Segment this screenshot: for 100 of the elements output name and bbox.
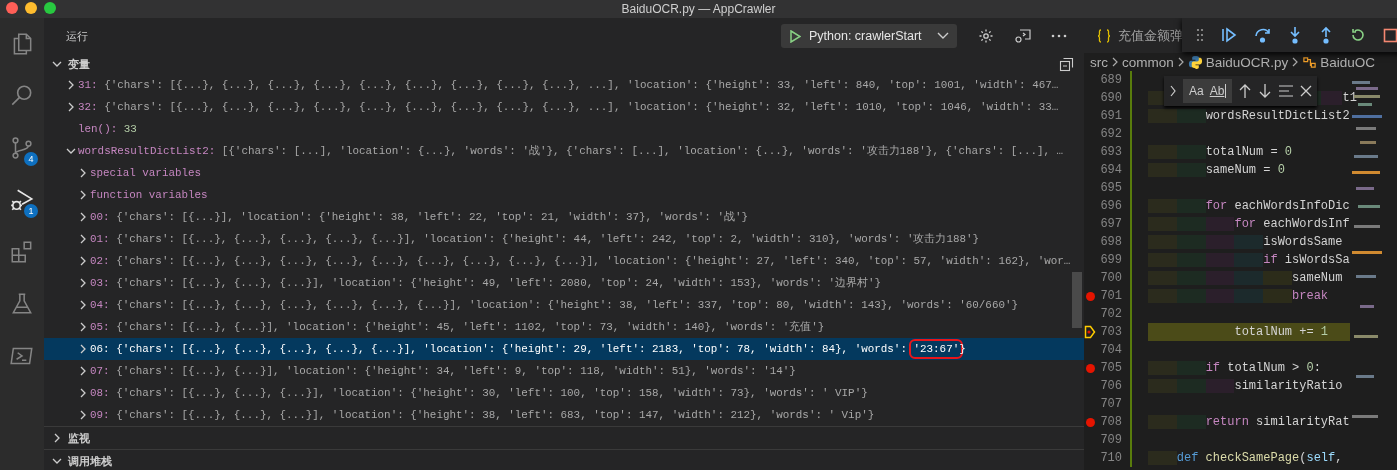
line-number: 697 [1099, 217, 1122, 231]
stop-icon[interactable] [1382, 27, 1397, 43]
panel-title: 运行 [66, 28, 89, 44]
code-text: sameNum [1148, 269, 1343, 287]
activity-bar-item[interactable]: 1 [0, 184, 44, 216]
tree-row[interactable]: 07: {'chars': [{...}, {...}], 'location': {'height': 34, 'left': 9, 'top': 118, 'width': 51}, 'words': '14'} [44, 360, 1084, 382]
tree-row[interactable]: function variables [44, 184, 1084, 206]
breakpoint-dot[interactable] [1085, 363, 1095, 373]
code-text: isWordsSame [1148, 233, 1343, 251]
arrow-up-icon[interactable] [1238, 83, 1253, 99]
line-number: 706 [1099, 379, 1122, 393]
scrollbar-thumb[interactable] [1072, 272, 1082, 328]
code-text: totalNum += 1 [1148, 323, 1350, 341]
variable-text: function variables [90, 189, 208, 201]
chevron-icon [78, 344, 88, 354]
line-number: 690 [1099, 91, 1122, 105]
line-number: 704 [1099, 343, 1122, 357]
code-text: if totalNum > 0: [1148, 359, 1321, 377]
line-number: 699 [1099, 253, 1122, 267]
tree-row[interactable]: 08: {'chars': [{...}, {...}, {...}], 'location': {'height': 30, 'left': 100, 'top': 158, 'width': 73}, 'words': ' VIP'} [44, 382, 1084, 404]
braces-icon [1096, 28, 1112, 43]
window-title: BaiduOCR.py — AppCrawler [621, 2, 776, 16]
tree-row[interactable]: 02: {'chars': [{...}, {...}, {...}, {...}, {...}, {...}, {...}, {...}, {...}], 'location': {'height': 27, 'left': 340, 'top': 57, 'width': 162}, 'wor… [44, 250, 1084, 272]
line-number: 695 [1099, 181, 1122, 195]
line-number: 691 [1099, 109, 1122, 123]
drag-handle-icon[interactable] [1196, 28, 1205, 42]
chevron-icon [52, 59, 62, 69]
code-text: for eachWordsInf [1148, 215, 1350, 233]
breadcrumb-item[interactable]: src [1090, 54, 1108, 70]
debug-console-icon[interactable] [1014, 28, 1031, 44]
more-icon[interactable] [1051, 34, 1067, 38]
find-option[interactable]: Aa [1189, 84, 1204, 98]
chevron-icon [78, 168, 88, 178]
code-text: sameNum = 0 [1148, 161, 1285, 179]
line-number: 708 [1099, 415, 1122, 429]
code-text: similarityRatio [1148, 377, 1343, 395]
chevron-right-icon [1111, 57, 1119, 67]
step-over-icon[interactable] [1253, 27, 1272, 43]
launch-config-dropdown[interactable]: Python: crawlerStart [781, 24, 957, 48]
tree-row[interactable]: 00: {'chars': [{...}], 'location': {'height': 38, 'left': 22, 'top': 21, 'width': 37}, 'words': '战'} [44, 206, 1084, 228]
chevron-right-icon [1176, 57, 1185, 67]
variable-text: 07: {'chars': [{...}, {...}], 'location': {'height': 34, 'left': 9, 'top': 118, 'width': 51}, 'words': '14'} [90, 365, 796, 377]
tree-row[interactable]: 09: {'chars': [{...}, {...}, {...}], 'location': {'height': 38, 'left': 683, 'top': 147, 'width': 212}, 'words': ' Vip'} [44, 404, 1084, 426]
variable-text: 04: {'chars': [{...}, {...}, {...}, {...}, {...}, {...}], 'location': {'height': 38, 'left': 337, 'top': 80, 'width': 143}, 'words': '60/660'} [90, 299, 1019, 311]
variable-text: } [959, 343, 966, 355]
continue-icon[interactable] [1221, 27, 1238, 43]
line-number: 702 [1099, 307, 1122, 321]
tree-row[interactable]: 04: {'chars': [{...}, {...}, {...}, {...}, {...}, {...}], 'location': {'height': 38, 'left': 337, 'top': 80, 'width': 143}, 'words': '60/660'} [44, 294, 1084, 316]
line-number: 707 [1099, 397, 1122, 411]
arrow-down-icon[interactable] [1258, 83, 1273, 99]
tree-row[interactable]: 32: {'chars': [{...}, {...}, {...}, {...}, {...}, {...}, {...}, {...}, {...}, ...], 'location': {'height': 32, 'left': 1010, 'top': 1046, 'width': 33… [44, 96, 1084, 118]
section-header[interactable]: 调用堆栈 [44, 449, 1084, 470]
breadcrumb-item[interactable]: BaiduOC [1320, 54, 1376, 70]
breakpoint-dot[interactable] [1085, 417, 1095, 427]
settings-icon[interactable] [978, 28, 994, 44]
chevron-icon [78, 410, 88, 420]
section-header[interactable]: 变量 [44, 54, 1084, 74]
current-line-arrow-icon [1084, 325, 1096, 339]
chevron-icon [78, 278, 88, 288]
code-text: for eachWordsInfoDic [1148, 197, 1350, 215]
variable-text: 32: {'chars': [{...}, {...}, {...}, {...}, {...}, {...}, {...}, {...}, {...}, ...], 'location': {'height': 32, 'left': 1010, 'top': 1046, 'width': 33… [78, 101, 1059, 113]
chevron-right-icon[interactable] [1169, 85, 1177, 97]
line-number: 696 [1099, 199, 1122, 213]
tree-row[interactable]: 03: {'chars': [{...}, {...}, {...}], 'location': {'height': 49, 'left': 2080, 'top': 24, 'width': 153}, 'words': '边界村'} [44, 272, 1084, 294]
chevron-icon [66, 146, 76, 156]
tree-row[interactable]: 31: {'chars': [{...}, {...}, {...}, {...}, {...}, {...}, {...}, {...}, {...}, ...], 'location': {'height': 33, 'left': 840, 'top': 1001, 'width': 467… [44, 74, 1084, 96]
chevron-icon [78, 366, 88, 376]
tree-row[interactable]: 05: {'chars': [{...}, {...}], 'location': {'height': 45, 'left': 1102, 'top': 73, 'width': 140}, 'words': '充值'} [44, 316, 1084, 338]
variable-text: special variables [90, 167, 202, 179]
close-button[interactable] [6, 2, 18, 14]
step-into-icon[interactable] [1288, 26, 1303, 44]
section-header[interactable]: 监视 [44, 426, 1084, 449]
tree-row[interactable]: 06: {'chars': [{...}, {...}, {...}, {...}, {...}], 'location': {'height': 29, 'left': 2183, 'top': 78, 'width': 84}, 'words': '23:67'} [44, 338, 1084, 360]
breadcrumb-item[interactable]: common [1122, 54, 1174, 70]
tree-row[interactable]: len(): 33 [44, 118, 1084, 140]
find-option[interactable]: Ab [1209, 84, 1227, 98]
breakpoint-dot[interactable] [1085, 291, 1095, 301]
line-number: 710 [1099, 451, 1122, 465]
line-number: 692 [1099, 127, 1122, 141]
line-number: 709 [1099, 433, 1122, 447]
class-icon [1302, 54, 1318, 70]
activity-bar-item[interactable]: 4 [0, 132, 44, 164]
minimize-button[interactable] [25, 2, 37, 14]
collapse-all-icon[interactable] [1059, 56, 1074, 72]
tree-row[interactable]: wordsResultDictList2: [{'chars': [...], 'location': {...}, 'words': '战'}, {'chars': [...], 'location': {...}, 'words': '攻击力188'}, {'chars': [...], … [44, 140, 1084, 162]
maximize-button[interactable] [44, 2, 56, 14]
restart-icon[interactable] [1349, 27, 1366, 43]
run-debug-icon [9, 187, 35, 213]
breadcrumb-item[interactable]: BaiduOCR.py [1205, 54, 1289, 70]
tree-row[interactable]: special variables [44, 162, 1084, 184]
selection-lines-icon[interactable] [1278, 84, 1295, 98]
variable-text: 03: {'chars': [{...}, {...}, {...}], 'location': {'height': 49, 'left': 2080, 'top': 24, 'width': 153}, 'words': '边界村'} [90, 276, 882, 290]
code-text: wordsResultDictList2 [1148, 107, 1350, 125]
variable-text: 02: {'chars': [{...}, {...}, {...}, {...}, {...}, {...}, {...}, {...}, {...}], 'location': {'height': 27, 'left': 340, 'top': 57, 'width': 162}, 'wor… [90, 255, 1071, 267]
tree-row[interactable]: 01: {'chars': [{...}, {...}, {...}, {...}, {...}], 'location': {'height': 44, 'left': 242, 'top': 2, 'width': 310}, 'words': '攻击力188'} [44, 228, 1084, 250]
code-text: totalNum = 0 [1148, 143, 1293, 161]
chevron-icon [52, 456, 62, 466]
close-icon[interactable] [1300, 85, 1313, 97]
find-input[interactable]: Aa Ab [1183, 79, 1233, 103]
python-icon [1187, 54, 1203, 70]
